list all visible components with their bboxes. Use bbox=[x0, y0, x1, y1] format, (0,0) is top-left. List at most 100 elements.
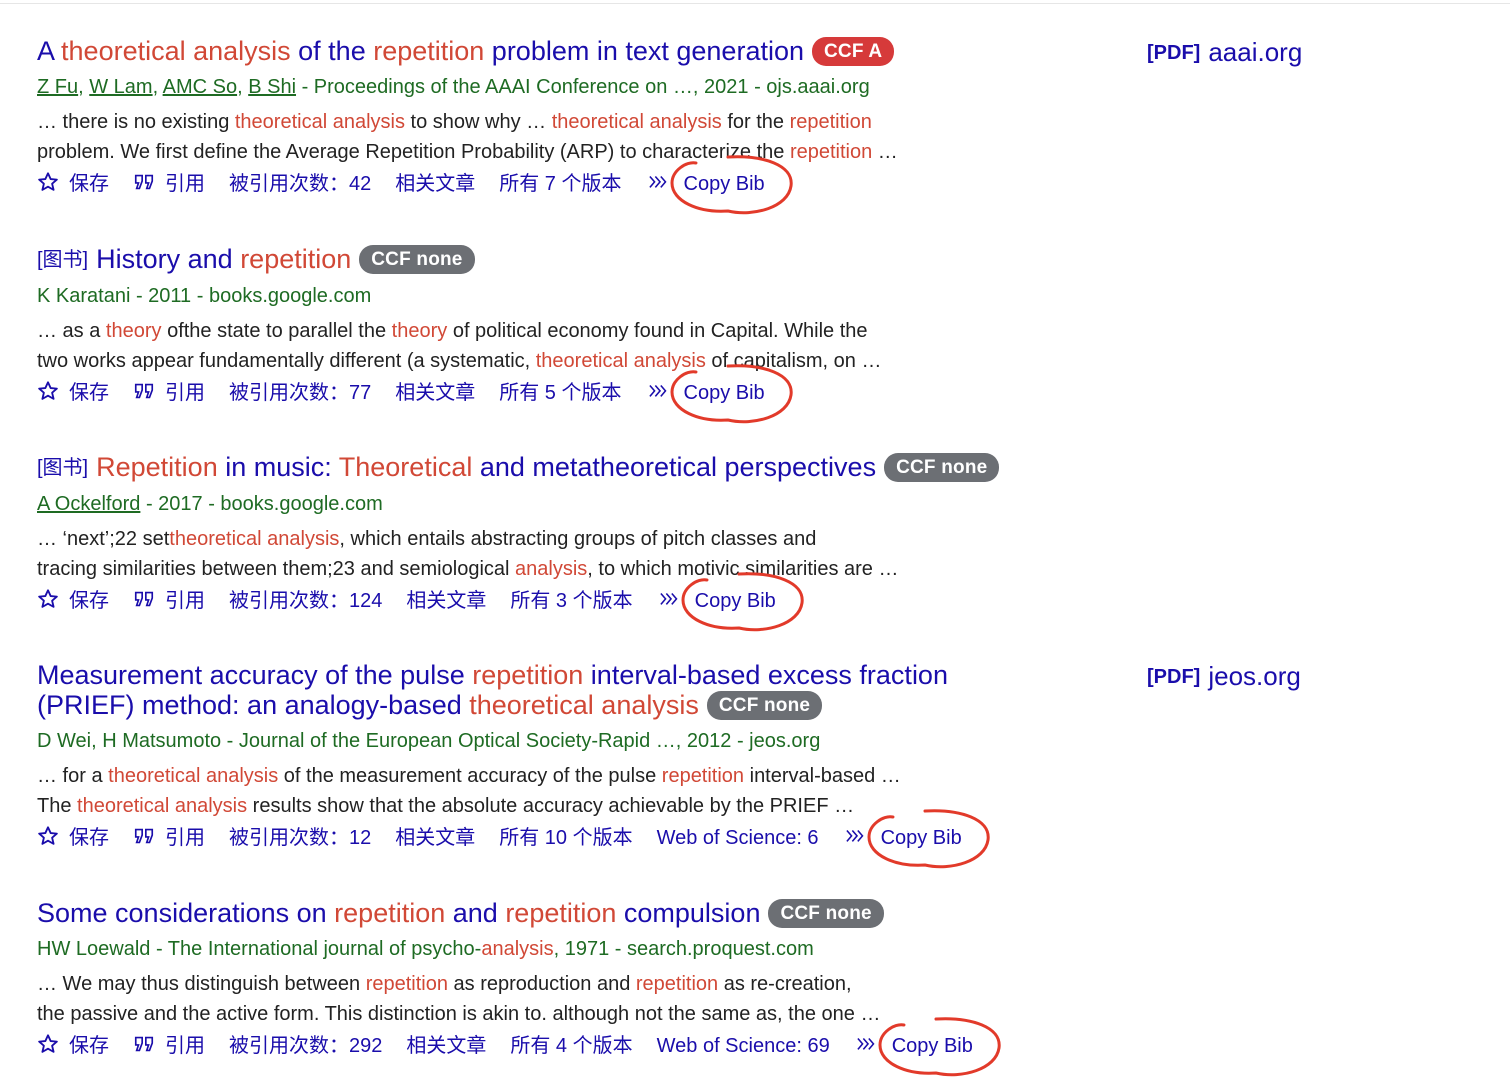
cite-label: 引用 bbox=[165, 382, 205, 404]
highlighted-term: repetition bbox=[789, 111, 872, 133]
double-chevron-icon[interactable] bbox=[843, 825, 865, 851]
snippet: … there is no existing theoretical analy… bbox=[37, 107, 1037, 167]
cite-button[interactable]: 引用 bbox=[133, 825, 205, 851]
cite-button[interactable]: 引用 bbox=[133, 1033, 205, 1059]
search-result: [图书] History and repetition CCF none K Kara… bbox=[37, 244, 1037, 424]
double-chevron-icon[interactable] bbox=[854, 1033, 876, 1059]
highlighted-term: theoretical analysis bbox=[108, 765, 279, 787]
save-button[interactable]: 保存 bbox=[37, 1033, 109, 1059]
author-link[interactable]: AMC So bbox=[163, 76, 237, 98]
snippet: … ‘next’;22 settheoretical analysis, whi… bbox=[37, 524, 1037, 584]
author-link[interactable]: A Ockelford bbox=[37, 493, 140, 515]
web-of-science-link[interactable]: Web of Science: 6 bbox=[657, 825, 819, 851]
pdf-link[interactable]: [PDF] jeos.org bbox=[1147, 661, 1301, 692]
snippet-line: the passive and the active form. This di… bbox=[37, 999, 1037, 1029]
text-segment: of the bbox=[290, 36, 374, 66]
text-segment: The bbox=[37, 795, 78, 817]
star-outline-icon bbox=[37, 380, 59, 406]
all-versions-link[interactable]: 所有 5 个版本 bbox=[499, 380, 621, 406]
all-versions-link[interactable]: 所有 3 个版本 bbox=[510, 588, 632, 614]
text-segment: … ‘next’;22 set bbox=[37, 528, 170, 550]
copy-bib-button[interactable]: Copy Bib bbox=[669, 364, 793, 424]
cited-by-link[interactable]: 被引用次数：12 bbox=[229, 825, 371, 851]
highlighted-term: theory bbox=[391, 320, 448, 342]
author-source-line: Z Fu, W Lam, AMC So, B Shi - Proceedings… bbox=[37, 76, 870, 98]
result-title: Measurement accuracy of the pulse repeti… bbox=[37, 660, 997, 720]
copy-bib-button[interactable]: Copy Bib bbox=[669, 155, 793, 215]
web-of-science-link[interactable]: Web of Science: 69 bbox=[657, 1033, 830, 1059]
author-source-line: K Karatani - 2011 - books.google.com bbox=[37, 284, 1037, 308]
cited-by-link[interactable]: 被引用次数：292 bbox=[229, 1033, 382, 1059]
cited-by-link[interactable]: 被引用次数：124 bbox=[229, 588, 382, 614]
quote-icon bbox=[133, 825, 155, 851]
text-segment: problem in text generation bbox=[484, 36, 804, 66]
cited-by-link[interactable]: 被引用次数：77 bbox=[229, 380, 371, 406]
pdf-domain: jeos.org bbox=[1208, 661, 1301, 691]
all-versions-link[interactable]: 所有 7 个版本 bbox=[499, 171, 621, 197]
save-label: 保存 bbox=[69, 590, 109, 612]
highlighted-term: theoretical analysis bbox=[535, 350, 706, 372]
author-link[interactable]: Z Fu bbox=[37, 76, 78, 98]
related-articles-link[interactable]: 相关文章 bbox=[406, 588, 486, 614]
ccf-badge: CCF none bbox=[706, 691, 823, 720]
highlighted-term: repetition bbox=[505, 898, 617, 928]
related-articles-link[interactable]: 相关文章 bbox=[406, 1033, 486, 1059]
text-segment: Some considerations on bbox=[37, 898, 335, 928]
double-chevron-icon[interactable] bbox=[646, 171, 668, 197]
copy-bib-button[interactable]: Copy Bib bbox=[867, 809, 990, 869]
author-link[interactable]: B Shi bbox=[248, 76, 296, 98]
save-button[interactable]: 保存 bbox=[37, 825, 109, 851]
save-button[interactable]: 保存 bbox=[37, 380, 109, 406]
copy-bib-button[interactable]: Copy Bib bbox=[878, 1017, 1001, 1077]
author-source-line: A Ockelford - 2017 - books.google.com bbox=[37, 492, 1037, 516]
author-link[interactable]: W Lam bbox=[89, 76, 152, 98]
text-segment: to show why … bbox=[404, 111, 552, 133]
copy-bib-button[interactable]: Copy Bib bbox=[681, 572, 804, 632]
text-segment: of capitalism, on … bbox=[705, 350, 882, 372]
highlighted-term: Repetition bbox=[96, 452, 218, 482]
text-segment: , which entails abstracting groups of pi… bbox=[339, 528, 817, 550]
text-segment: … for a bbox=[37, 765, 109, 787]
all-versions-link[interactable]: 所有 4 个版本 bbox=[510, 1033, 632, 1059]
double-chevron-icon[interactable] bbox=[646, 380, 668, 406]
text-segment: History and bbox=[96, 244, 241, 274]
cite-button[interactable]: 引用 bbox=[133, 171, 205, 197]
source-info: - 2011 - books.google.com bbox=[130, 285, 372, 307]
snippet: … We may thus distinguish between repeti… bbox=[37, 969, 1037, 1029]
copy-bib-label: Copy Bib bbox=[683, 382, 765, 404]
pdf-link[interactable]: [PDF] aaai.org bbox=[1147, 37, 1302, 68]
highlighted-term: theoretical analysis bbox=[61, 36, 291, 66]
snippet-line: … as a theory ofthe state to parallel th… bbox=[37, 316, 1037, 346]
star-outline-icon bbox=[37, 825, 59, 851]
result-title-link[interactable]: History and repetition bbox=[96, 244, 351, 274]
text-segment: Measurement accuracy of the pulse bbox=[37, 660, 473, 690]
text-segment: as reproduction and bbox=[447, 973, 636, 995]
cite-button[interactable]: 引用 bbox=[133, 588, 205, 614]
top-divider bbox=[0, 3, 1510, 4]
result-title-link[interactable]: Some considerations on repetition and re… bbox=[37, 898, 760, 928]
highlighted-term: analysis bbox=[481, 938, 554, 960]
all-versions-link[interactable]: 所有 10 个版本 bbox=[499, 825, 632, 851]
save-button[interactable]: 保存 bbox=[37, 171, 109, 197]
pdf-domain: aaai.org bbox=[1208, 37, 1303, 67]
related-articles-link[interactable]: 相关文章 bbox=[395, 825, 475, 851]
result-title-link[interactable]: A theoretical analysis of the repetition… bbox=[37, 36, 804, 66]
type-tag: [图书] bbox=[37, 249, 89, 271]
cited-by-link[interactable]: 被引用次数：42 bbox=[229, 171, 371, 197]
snippet-line: … ‘next’;22 settheoretical analysis, whi… bbox=[37, 524, 1037, 554]
source-info: - Journal of the European Optical Societ… bbox=[221, 730, 821, 752]
double-chevron-icon[interactable] bbox=[657, 588, 679, 614]
result-title: Some considerations on repetition and re… bbox=[37, 898, 1037, 928]
text-segment: tracing similarities between them;23 and… bbox=[37, 558, 516, 580]
ccf-badge: CCF A bbox=[812, 37, 895, 66]
related-articles-link[interactable]: 相关文章 bbox=[395, 171, 475, 197]
result-title: [图书] Repetition in music: Theoretical and… bbox=[37, 452, 1037, 483]
text-segment: … bbox=[872, 141, 898, 163]
result-title-link[interactable]: Repetition in music: Theoretical and met… bbox=[96, 452, 876, 482]
save-button[interactable]: 保存 bbox=[37, 588, 109, 614]
highlighted-term: repetition bbox=[373, 36, 485, 66]
cite-button[interactable]: 引用 bbox=[133, 380, 205, 406]
snippet-line: … We may thus distinguish between repeti… bbox=[37, 969, 1037, 999]
related-articles-link[interactable]: 相关文章 bbox=[395, 380, 475, 406]
action-bar: 保存 引用 被引用次数：12 相关文章 所有 10 个版本 Web of Science:… bbox=[37, 809, 1037, 869]
